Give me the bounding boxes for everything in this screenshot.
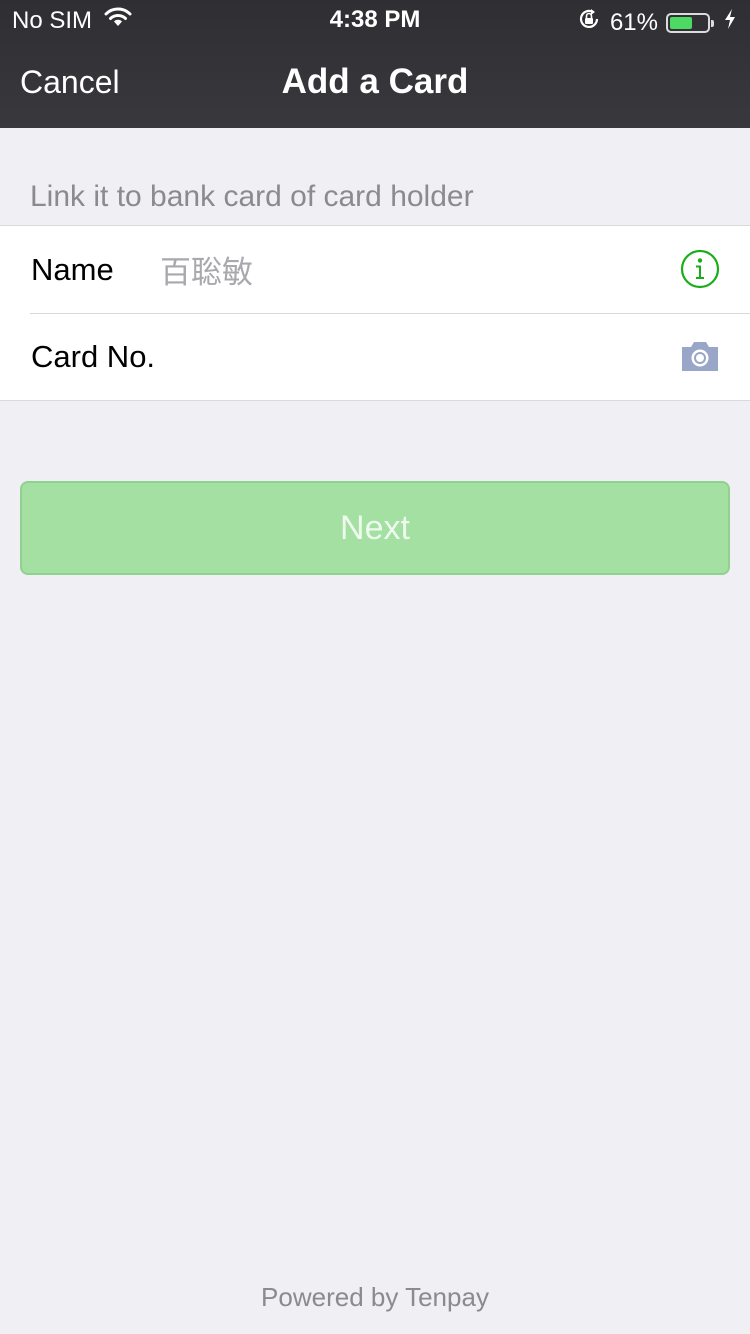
battery-icon bbox=[666, 12, 714, 33]
powered-by-footer: Powered by Tenpay bbox=[261, 1282, 489, 1312]
section-header: Link it to bank card of card holder bbox=[30, 180, 474, 213]
navigation-bar: Cancel Add a Card bbox=[0, 40, 750, 128]
page-title: Add a Card bbox=[281, 62, 469, 101]
name-label: Name bbox=[31, 251, 114, 287]
card-form: Name 百聡敏 Card No. bbox=[0, 225, 750, 401]
top-bar: No SIM 4:38 PM 61% Cancel Add a Card bbox=[0, 0, 750, 128]
card-number-row[interactable]: Card No. bbox=[0, 313, 750, 400]
camera-icon[interactable] bbox=[680, 336, 720, 376]
battery-fill bbox=[670, 16, 692, 29]
status-bar: No SIM 4:38 PM 61% bbox=[0, 0, 750, 40]
next-button[interactable]: Next bbox=[20, 481, 730, 575]
name-row[interactable]: Name 百聡敏 bbox=[0, 226, 750, 313]
info-icon[interactable] bbox=[680, 249, 720, 289]
rotation-lock-icon bbox=[576, 6, 602, 39]
battery-percent: 61% bbox=[609, 8, 658, 36]
charging-bolt-icon bbox=[724, 8, 736, 37]
name-field[interactable]: 百聡敏 bbox=[160, 247, 253, 292]
status-right: 61% bbox=[576, 6, 736, 39]
card-number-label: Card No. bbox=[31, 338, 156, 374]
add-card-screen: No SIM 4:38 PM 61% Cancel Add a Card Lin… bbox=[0, 0, 750, 1334]
